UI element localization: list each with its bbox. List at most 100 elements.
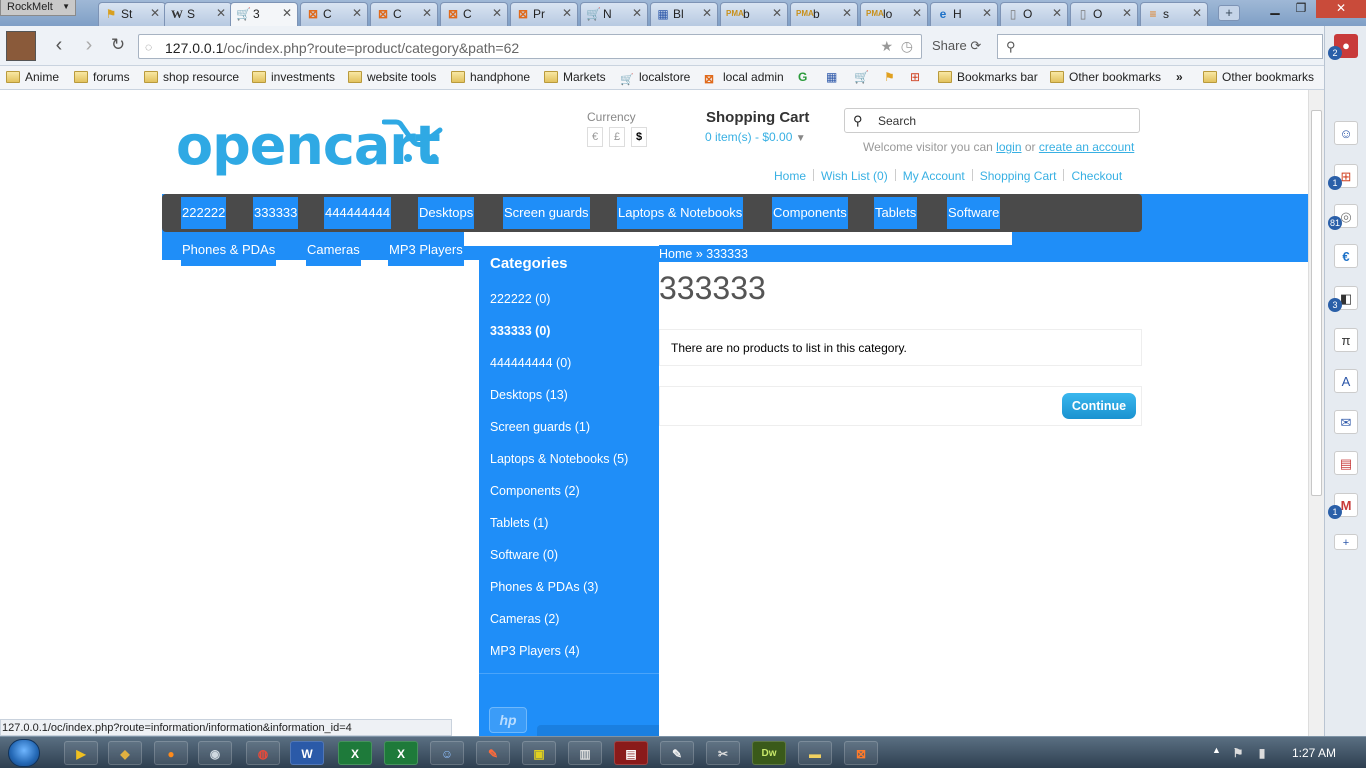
star-icon[interactable]: ★ — [880, 38, 893, 55]
browser-tab[interactable]: ▯ O ✕ — [1070, 2, 1138, 26]
share-button[interactable]: Share ⟳ — [932, 38, 981, 54]
people-icon[interactable]: ☺ — [430, 741, 464, 765]
shopping-cart-link[interactable]: Shopping Cart — [980, 169, 1057, 183]
bookmark-folder[interactable]: Other bookmarks — [1203, 70, 1314, 84]
browser-tab-active[interactable]: 🛒 3 ✕ — [230, 2, 298, 26]
browser-tab[interactable]: PMA b ✕ — [790, 2, 858, 26]
app-icon[interactable]: ▣ — [522, 741, 556, 765]
close-icon[interactable]: ✕ — [492, 6, 502, 20]
translate-icon[interactable]: A — [1334, 369, 1358, 393]
explorer-icon[interactable]: ◆ — [108, 741, 142, 765]
continue-button[interactable]: Continue — [1062, 393, 1136, 419]
clock[interactable]: 1:27 AM — [1292, 746, 1336, 760]
create-account-link[interactable]: create an account — [1039, 140, 1134, 154]
scrollbar-thumb[interactable] — [1311, 110, 1322, 496]
bookmark-folder[interactable]: Markets — [544, 70, 606, 84]
category-link[interactable]: Screen guards (1) — [490, 420, 590, 434]
browser-search-input[interactable]: ⚲ — [997, 34, 1323, 59]
menu-item[interactable]: Desktops — [418, 197, 475, 229]
excel-icon[interactable]: X — [338, 741, 372, 765]
browser-tab[interactable]: e H ✕ — [930, 2, 998, 26]
bookmark-folder[interactable]: website tools — [348, 70, 436, 84]
close-icon[interactable]: ✕ — [1052, 6, 1062, 20]
notepad-icon[interactable]: ✎ — [660, 741, 694, 765]
contact-icon[interactable]: ☺ — [1334, 121, 1358, 145]
close-icon[interactable]: ✕ — [1192, 6, 1202, 20]
browser-tab[interactable]: W S ✕ — [164, 2, 232, 26]
close-icon[interactable]: ✕ — [150, 6, 160, 20]
page-info-icon[interactable]: ◌ — [145, 40, 152, 54]
close-icon[interactable]: ✕ — [1122, 6, 1132, 20]
browser-tab[interactable]: ⊠ C ✕ — [300, 2, 368, 26]
close-icon[interactable]: ✕ — [912, 6, 922, 20]
bookmark-folder[interactable]: investments — [252, 70, 335, 84]
pi-icon[interactable]: π — [1334, 328, 1358, 352]
close-icon[interactable]: ✕ — [772, 6, 782, 20]
close-icon[interactable]: ✕ — [562, 6, 572, 20]
close-icon[interactable]: ✕ — [352, 6, 362, 20]
calendar-icon[interactable]: ▤ — [1334, 451, 1358, 475]
cart-icon[interactable]: 🛒 — [854, 70, 869, 84]
back-icon[interactable]: ‹ — [48, 35, 70, 55]
bookmark-link[interactable]: 🛒 localstore — [620, 70, 690, 86]
close-icon[interactable]: ✕ — [216, 6, 226, 20]
browser-tab[interactable]: ▯ O ✕ — [1000, 2, 1068, 26]
close-icon[interactable]: ✕ — [702, 6, 712, 20]
menu-item[interactable]: Screen guards — [503, 197, 590, 229]
cart-total-button[interactable]: 0 item(s) - $0.00 ▼ — [705, 130, 806, 144]
category-link[interactable]: 444444444 (0) — [490, 356, 571, 370]
bookmark-folder[interactable]: Other bookmarks — [1050, 70, 1161, 84]
account-link[interactable]: My Account — [903, 169, 965, 183]
menu-item[interactable]: 333333 — [253, 197, 299, 229]
dreamweaver-icon[interactable]: Dw — [752, 741, 786, 765]
category-link[interactable]: Phones & PDAs (3) — [490, 580, 598, 594]
chevron-right-icon[interactable]: » — [1176, 70, 1183, 84]
app-icon[interactable]: ▤ — [614, 741, 648, 765]
calculator-icon[interactable]: ▥ — [568, 741, 602, 765]
windows-icon[interactable]: ⊞ — [910, 70, 920, 84]
breadcrumb-home-link[interactable]: Home — [659, 247, 692, 261]
bookmark-folder[interactable]: handphone — [451, 70, 530, 84]
category-link[interactable]: Laptops & Notebooks (5) — [490, 452, 628, 466]
browser-tab[interactable]: ⊠ C ✕ — [440, 2, 508, 26]
euro-icon[interactable]: € — [1334, 244, 1358, 268]
search-input[interactable]: ⚲ Search — [844, 108, 1140, 133]
reload-icon[interactable]: ↻ — [107, 35, 129, 55]
breadcrumb-current-link[interactable]: 333333 — [706, 247, 748, 261]
page-scrollbar[interactable] — [1308, 90, 1324, 736]
minimize-icon[interactable]: ▁ — [1262, 0, 1288, 18]
menu-item[interactable]: Tablets — [874, 197, 918, 229]
browser-tab[interactable]: ▦ Bl ✕ — [650, 2, 718, 26]
close-icon[interactable]: ✕ — [982, 6, 992, 20]
menu-item[interactable]: MP3 Players — [388, 234, 464, 266]
flag-icon[interactable]: ⚑ — [1228, 741, 1248, 765]
login-link[interactable]: login — [996, 140, 1021, 154]
tool-icon[interactable]: ✎ — [476, 741, 510, 765]
menu-item[interactable]: Phones & PDAs — [181, 234, 277, 266]
wishlist-link[interactable]: Wish List (0) — [821, 169, 888, 183]
home-link[interactable]: Home — [774, 169, 806, 183]
start-button[interactable] — [8, 739, 40, 767]
new-tab-button[interactable]: + — [1218, 5, 1240, 21]
menu-item[interactable]: 222222 — [181, 197, 227, 229]
spreadsheet-icon[interactable]: X — [384, 741, 418, 765]
word-icon[interactable]: W — [290, 741, 324, 765]
browser-tab[interactable]: ⊠ C ✕ — [370, 2, 438, 26]
app-menu-button[interactable]: RockMelt ▼ — [0, 0, 76, 16]
folder-icon[interactable]: ▬ — [798, 741, 832, 765]
close-icon[interactable]: ✕ — [842, 6, 852, 20]
forward-icon[interactable]: › — [78, 35, 100, 55]
browser-tab[interactable]: PMA b ✕ — [720, 2, 788, 26]
grid-icon[interactable]: ▦ — [826, 70, 837, 84]
grammarly-icon[interactable]: G — [798, 70, 807, 84]
window-close-icon[interactable]: ✕ — [1316, 0, 1366, 18]
maximize-icon[interactable]: ❐ — [1288, 0, 1314, 18]
bookmark-folder[interactable]: forums — [74, 70, 130, 84]
firefox-icon[interactable]: ● — [154, 741, 188, 765]
category-link[interactable]: 222222 (0) — [490, 292, 550, 306]
browser-tab[interactable]: 🛒 N ✕ — [580, 2, 648, 26]
avatar[interactable] — [6, 31, 36, 61]
close-icon[interactable]: ✕ — [282, 6, 292, 20]
menu-item[interactable]: Software — [947, 197, 1001, 229]
tool-icon[interactable]: ✂ — [706, 741, 740, 765]
